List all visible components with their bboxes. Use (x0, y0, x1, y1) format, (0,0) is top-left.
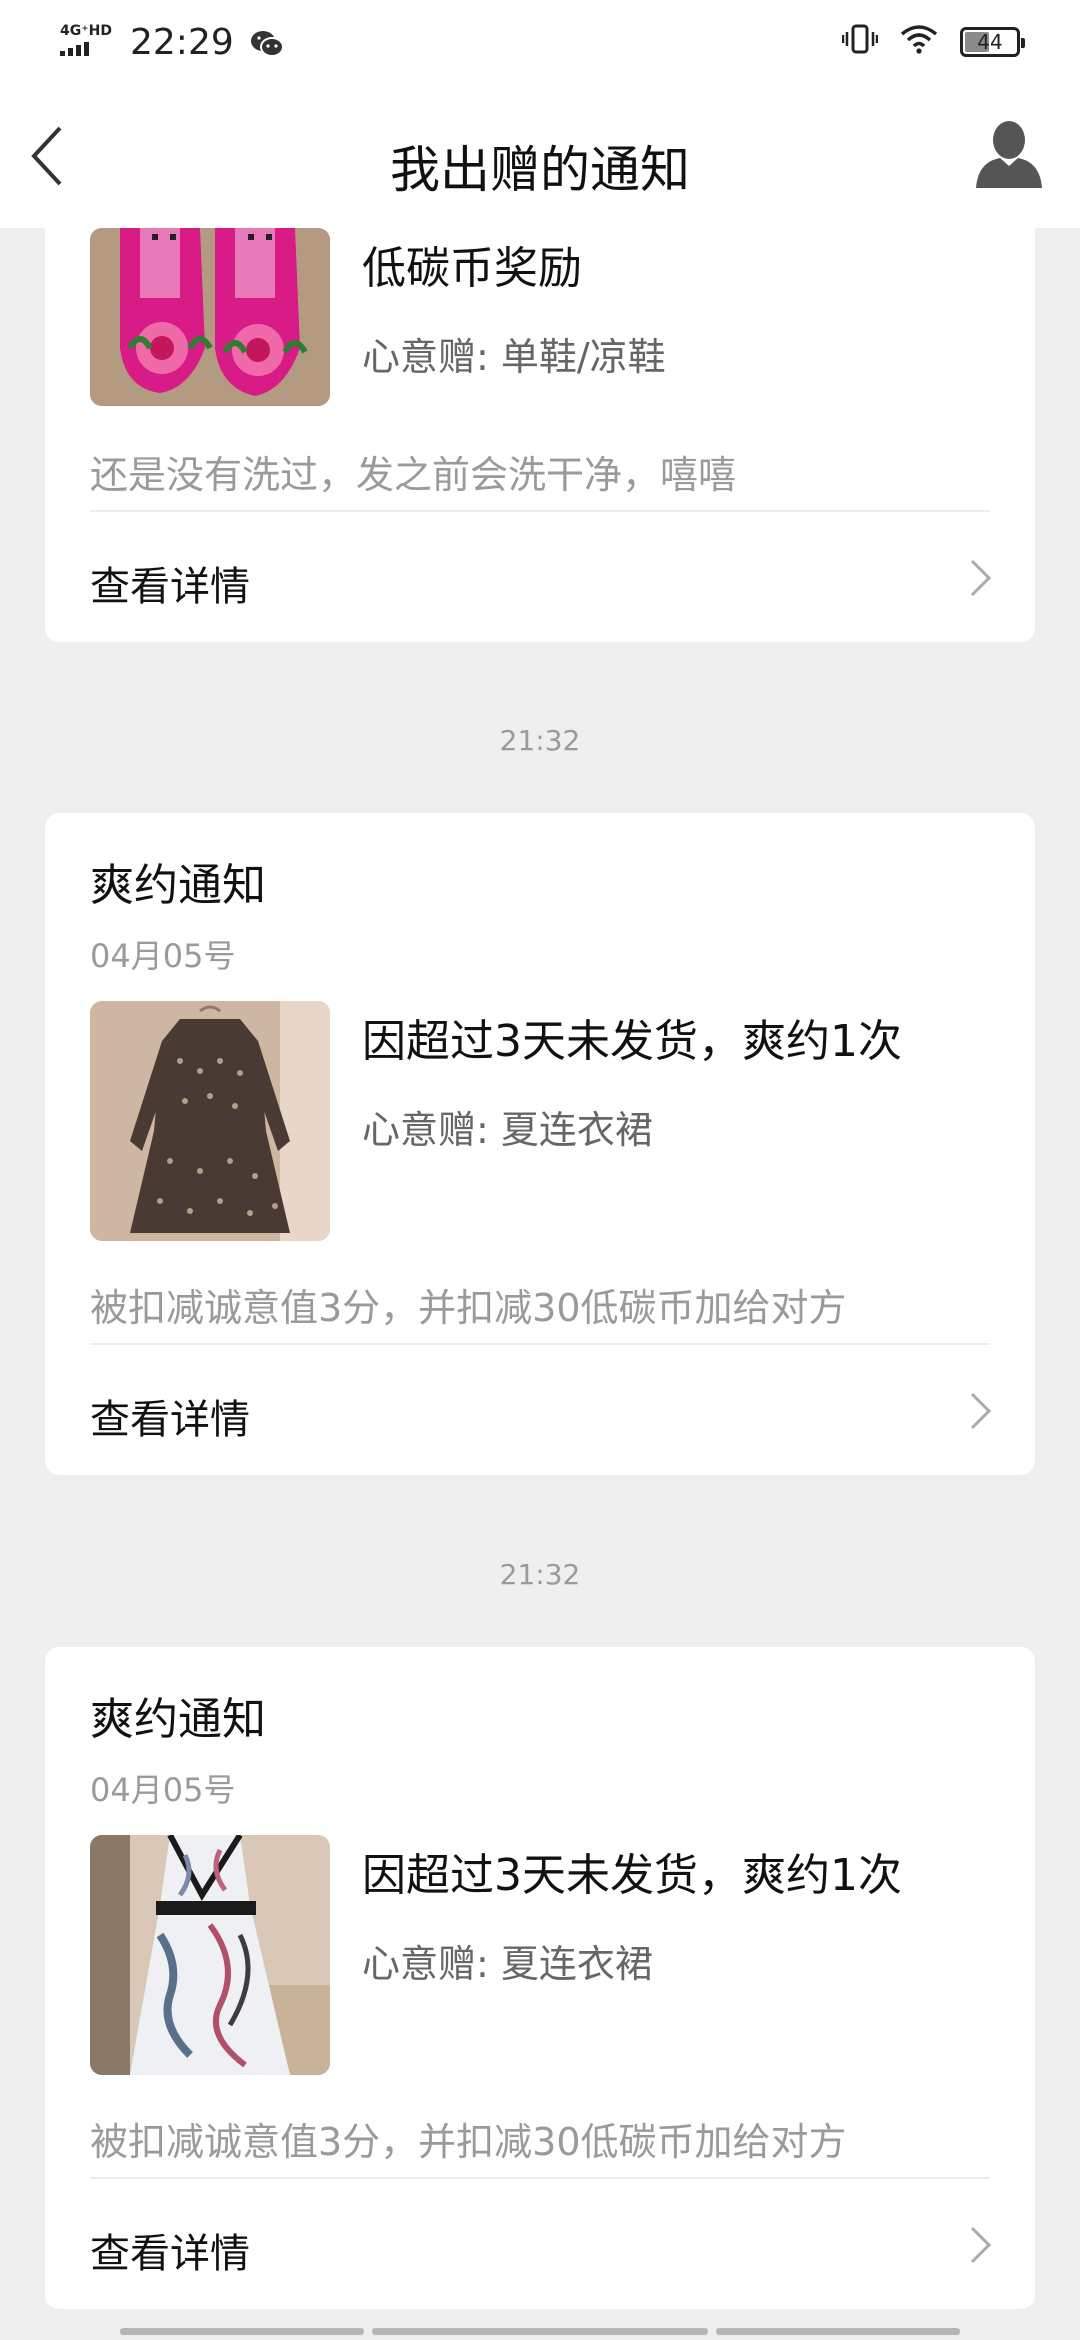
wechat-icon (250, 27, 284, 57)
view-details-row[interactable]: 查看详情 (45, 512, 1035, 644)
timestamp: 21:32 (499, 1558, 581, 1591)
chevron-right-icon (970, 1392, 992, 1430)
notification-list[interactable]: 低碳币奖励 心意赠: 单鞋/凉鞋 还是没有洗过，发之前会洗干净，嘻嘻 查看详情 … (0, 0, 1080, 2340)
view-details-label: 查看详情 (90, 564, 250, 610)
status-bar: 4G⁺HD 22:29 44 (0, 0, 1080, 84)
profile-button[interactable] (974, 118, 1044, 190)
dress-image (90, 1835, 330, 2075)
battery-icon: 44 (960, 27, 1025, 57)
view-details-label: 查看详情 (90, 1397, 250, 1443)
card-description: 被扣减诚意值3分，并扣减30低碳币加给对方 (90, 2120, 847, 2164)
network-label: 4G⁺HD (60, 23, 112, 39)
card-description: 还是没有洗过，发之前会洗干净，嘻嘻 (90, 453, 737, 497)
notification-card: 爽约通知 04月05号 因超过3天未发货，爽约1次 心意赠: 夏连衣裙 被扣减诚… (45, 813, 1035, 1475)
card-category: 心意赠: 夏连衣裙 (362, 1108, 653, 1152)
card-headline: 低碳币奖励 (362, 243, 582, 294)
vibrate-icon (841, 22, 879, 63)
card-headline: 因超过3天未发货，爽约1次 (362, 1016, 902, 1067)
item-thumbnail-shoes[interactable] (90, 228, 330, 406)
chevron-right-icon (970, 559, 992, 597)
user-icon (976, 121, 1042, 188)
view-details-row[interactable]: 查看详情 (45, 1345, 1035, 1477)
card-title: 爽约通知 (90, 860, 266, 911)
card-title: 爽约通知 (90, 1694, 266, 1745)
item-thumbnail-dress[interactable] (90, 1001, 330, 1241)
view-details-row[interactable]: 查看详情 (45, 2179, 1035, 2311)
signal-icon (60, 40, 120, 56)
card-description: 被扣减诚意值3分，并扣减30低碳币加给对方 (90, 1286, 847, 1330)
nav-bar: 我出赠的通知 (0, 84, 1080, 228)
card-headline: 因超过3天未发货，爽约1次 (362, 1850, 902, 1901)
notification-card: 爽约通知 04月05号 因超过3天未发货，爽约1次 心意赠: 夏连衣裙 被扣减诚… (45, 1647, 1035, 2309)
card-date: 04月05号 (90, 937, 236, 975)
network-indicator: 4G⁺HD (60, 24, 120, 56)
status-time: 22:29 (130, 21, 234, 63)
timestamp: 21:32 (499, 724, 581, 757)
page-title: 我出赠的通知 (390, 141, 690, 199)
shoes-image (90, 228, 330, 406)
card-category: 心意赠: 单鞋/凉鞋 (362, 335, 666, 379)
battery-level: 44 (977, 30, 1003, 54)
dress-image (90, 1001, 330, 1241)
item-thumbnail-dress[interactable] (90, 1835, 330, 2075)
wifi-icon (900, 22, 938, 63)
view-details-label: 查看详情 (90, 2231, 250, 2277)
card-date: 04月05号 (90, 1771, 236, 1809)
bottom-indicator (0, 2328, 1080, 2336)
chevron-right-icon (970, 2226, 992, 2264)
card-category: 心意赠: 夏连衣裙 (362, 1942, 653, 1986)
